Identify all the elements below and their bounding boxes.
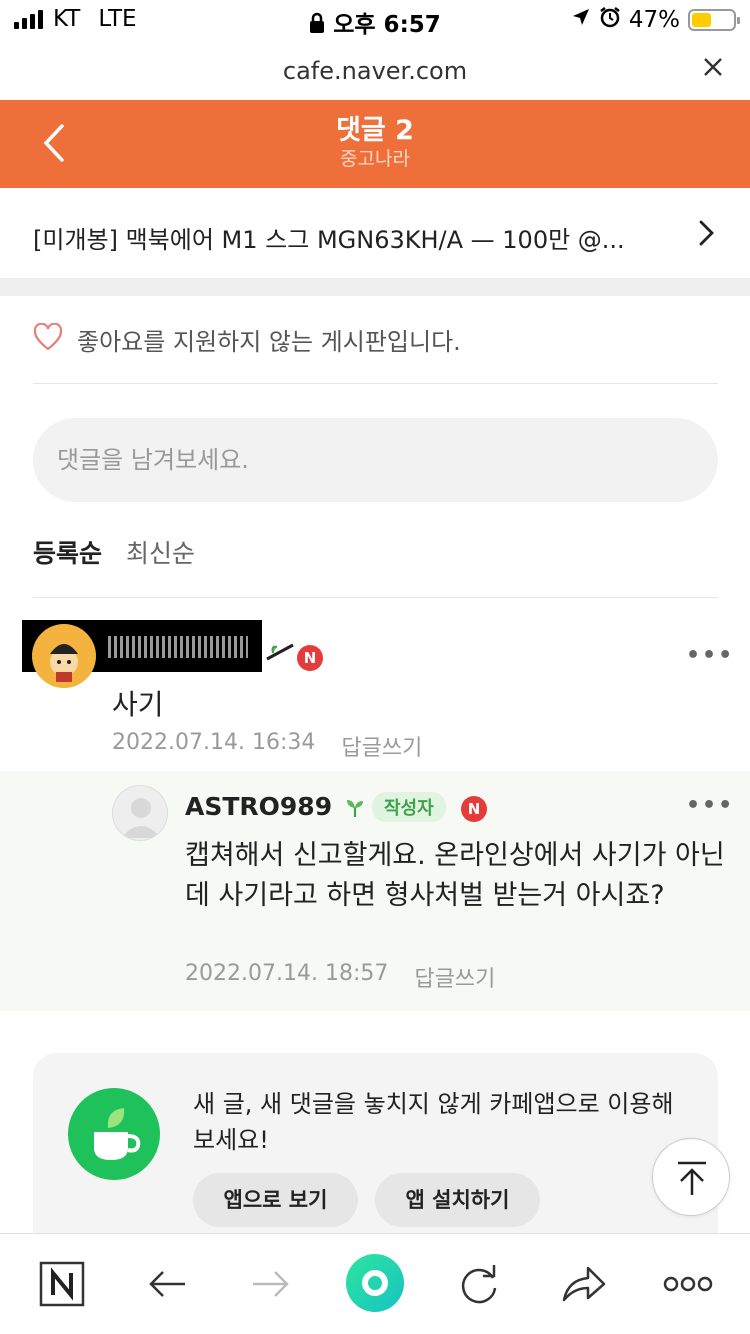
section-divider: [0, 278, 750, 296]
like-unsupported-note: 좋아요를 지원하지 않는 게시판입니다.: [33, 322, 461, 357]
avatar[interactable]: [32, 624, 96, 688]
reply-date: 2022.07.14. 18:57: [185, 961, 389, 986]
greendot-icon[interactable]: [344, 1252, 406, 1314]
divider: [33, 597, 718, 598]
close-icon[interactable]: [702, 54, 724, 84]
new-badge: N: [297, 645, 323, 671]
alarm-icon: [599, 6, 621, 34]
url-text[interactable]: cafe.naver.com: [0, 57, 750, 85]
forward-arrow-icon[interactable]: [245, 1258, 297, 1310]
sprout-icon: [265, 641, 295, 661]
post-link[interactable]: [미개봉] 맥북에어 M1 스그 MGN63KH/A — 100만 @...: [0, 188, 750, 278]
install-app-button[interactable]: 앱 설치하기: [375, 1173, 540, 1227]
comment-body: 사기: [112, 688, 164, 721]
reply-button[interactable]: 답글쓰기: [414, 961, 495, 993]
location-icon: [571, 7, 591, 33]
new-badge: N: [461, 796, 487, 822]
divider: [33, 383, 718, 384]
back-arrow-icon[interactable]: [141, 1258, 193, 1310]
sprout-icon: [344, 797, 366, 819]
cafe-name[interactable]: 중고나라: [0, 144, 750, 171]
avatar[interactable]: [112, 785, 168, 841]
sort-registered[interactable]: 등록순: [33, 534, 102, 570]
reply-button[interactable]: 답글쓰기: [341, 730, 422, 762]
comment-date: 2022.07.14. 16:34: [112, 730, 316, 755]
sort-latest[interactable]: 최신순: [126, 534, 195, 570]
sort-options: 등록순 최신순: [33, 534, 195, 570]
page-title: 댓글 2: [336, 115, 414, 146]
clock: 오후 6:57: [333, 12, 441, 38]
app-promo-card: 새 글, 새 댓글을 놓치지 않게 카페앱으로 이용해보세요! 앱으로 보기 앱…: [33, 1053, 718, 1253]
share-icon[interactable]: [558, 1258, 610, 1310]
like-note-text: 좋아요를 지원하지 않는 게시판입니다.: [77, 328, 461, 356]
browser-toolbar: [0, 1233, 750, 1334]
battery-icon: [688, 9, 740, 31]
page-header: 댓글 2 중고나라: [0, 100, 750, 188]
reply-meta: 2022.07.14. 18:57 답글쓰기: [185, 961, 495, 993]
comment-input[interactable]: [33, 418, 718, 502]
lock-icon: [309, 12, 333, 38]
redaction-scribble: [108, 636, 248, 658]
chevron-right-icon: [698, 218, 716, 248]
more-options-icon[interactable]: •••: [686, 793, 734, 818]
refresh-icon[interactable]: [453, 1258, 505, 1310]
redacted-author: [22, 620, 262, 688]
reply-author[interactable]: ASTRO989: [185, 792, 332, 821]
more-options-icon[interactable]: •••: [686, 643, 734, 668]
more-icon[interactable]: [662, 1258, 714, 1310]
reply-body: 캡쳐해서 신고할게요. 온라인상에서 사기가 아닌데 사기라고 하면 형사처벌 …: [185, 840, 725, 911]
browser-url-bar: cafe.naver.com: [0, 40, 750, 100]
promo-message: 새 글, 새 댓글을 놓치지 않게 카페앱으로 이용해보세요!: [193, 1090, 674, 1154]
scroll-to-top-button[interactable]: [652, 1138, 730, 1216]
battery-percent: 47%: [628, 7, 680, 33]
open-in-app-button[interactable]: 앱으로 보기: [193, 1173, 358, 1227]
post-title: [미개봉] 맥북에어 M1 스그 MGN63KH/A — 100만 @...: [33, 226, 625, 254]
comment-meta: 2022.07.14. 16:34 답글쓰기: [112, 730, 422, 762]
author-badge: 작성자: [372, 792, 446, 822]
heart-icon: [33, 322, 63, 357]
status-bar: KT LTE 오후 6:57 47%: [0, 0, 750, 40]
naver-home-icon[interactable]: [36, 1258, 88, 1310]
cafe-app-logo-icon: [68, 1088, 160, 1180]
